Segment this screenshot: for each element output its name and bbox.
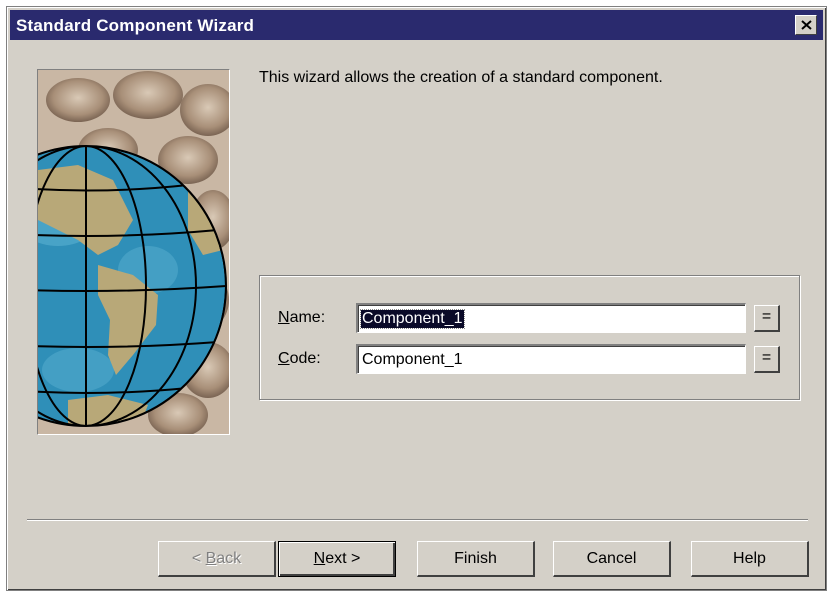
code-field[interactable]: Component_1 — [356, 344, 746, 374]
name-field[interactable]: Component_1 — [356, 303, 746, 333]
help-button[interactable]: Help — [691, 541, 809, 577]
code-equals-button[interactable]: = — [754, 346, 780, 373]
title-bar[interactable]: Standard Component Wizard — [10, 10, 823, 40]
component-fields-group: Name: Component_1 = Code: Component_1 = — [259, 275, 800, 400]
finish-button[interactable]: Finish — [417, 541, 535, 577]
intro-text: This wizard allows the creation of a sta… — [259, 69, 663, 86]
wizard-dialog: Standard Component Wizard This wizard al… — [6, 6, 827, 591]
window-title: Standard Component Wizard — [16, 16, 255, 35]
button-separator — [27, 519, 808, 521]
code-field-value: Component_1 — [362, 351, 463, 368]
back-button[interactable]: < Back — [158, 541, 276, 577]
close-icon — [801, 20, 812, 30]
cancel-button[interactable]: Cancel — [553, 541, 671, 577]
code-label: Code: — [278, 350, 321, 367]
name-row: Name: Component_1 = — [260, 303, 799, 333]
code-row: Code: Component_1 = — [260, 344, 799, 374]
wizard-globe-image — [37, 69, 230, 435]
name-field-value: Component_1 — [360, 309, 465, 329]
close-button[interactable] — [795, 15, 817, 35]
name-label: Name: — [278, 309, 326, 326]
name-equals-button[interactable]: = — [754, 305, 780, 332]
next-button[interactable]: Next > — [278, 541, 396, 577]
